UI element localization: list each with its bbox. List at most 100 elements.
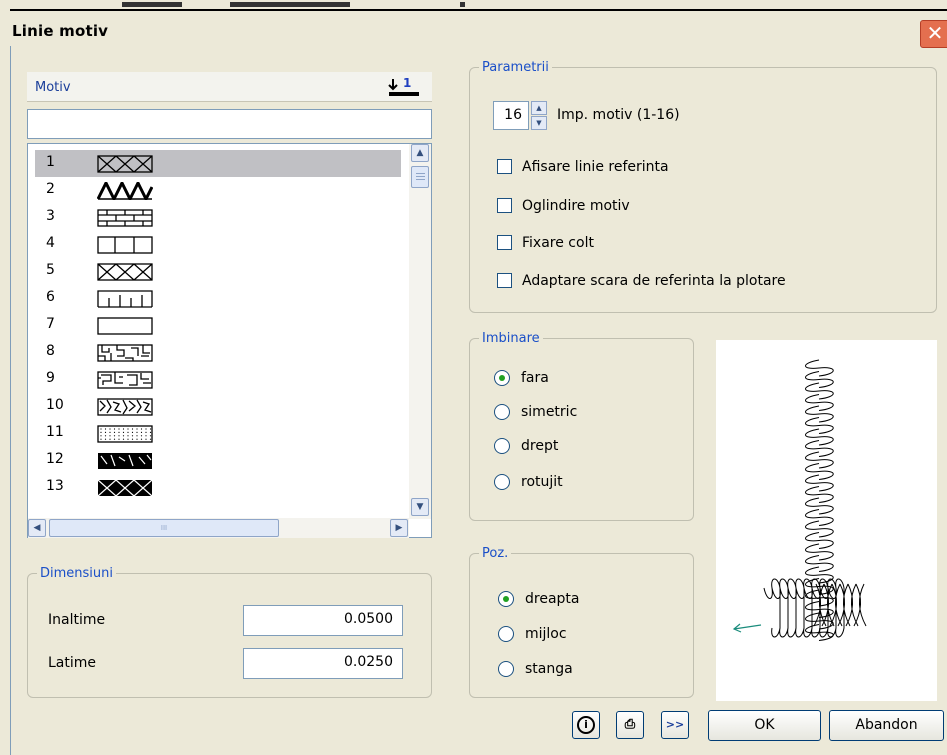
imbinare-label[interactable]: drept — [521, 438, 558, 454]
background-artifact — [230, 2, 350, 7]
list-item[interactable]: 6 — [35, 285, 401, 312]
background-artifact — [122, 2, 182, 7]
list-item-number: 2 — [46, 181, 55, 197]
list-item[interactable]: 10 — [35, 393, 401, 420]
chevron-left-icon: ◀ — [33, 523, 41, 533]
list-item-number: 8 — [46, 343, 55, 359]
scroll-up-button[interactable]: ▲ — [411, 144, 429, 162]
list-item-number: 5 — [46, 262, 55, 278]
pattern-icon — [97, 209, 153, 227]
imbinare-group: Imbinare — [469, 331, 694, 521]
list-item-number: 9 — [46, 370, 55, 386]
pattern-preview — [716, 340, 937, 701]
scroll-left-button[interactable]: ◀ — [28, 519, 46, 537]
list-item[interactable]: 8 — [35, 339, 401, 366]
horizontal-scrollbar[interactable]: ◀ III ▶ — [28, 518, 409, 538]
pattern-icon — [97, 452, 153, 470]
spinner-up-button[interactable]: ▲ — [531, 101, 547, 115]
sort-order-number: 1 — [403, 76, 411, 90]
spinner-down-button[interactable]: ▼ — [531, 116, 547, 130]
window-edge — [0, 46, 10, 755]
poz-label[interactable]: stanga — [525, 661, 573, 677]
list-item[interactable]: 1 — [35, 150, 401, 177]
grip-icon: III — [160, 524, 168, 532]
fixare-colt-label[interactable]: Fixare colt — [522, 235, 594, 251]
print-button[interactable]: ⎙ — [616, 711, 644, 739]
latime-field[interactable]: 0.0250 — [243, 648, 403, 679]
pattern-icon — [97, 425, 153, 443]
motiv-label: Motiv — [35, 80, 71, 95]
oglindire-motiv-label[interactable]: Oglindire motiv — [522, 198, 630, 214]
afisare-linie-checkbox[interactable] — [497, 159, 512, 174]
pattern-icon — [97, 290, 153, 308]
list-item-number: 11 — [46, 424, 64, 440]
expand-button[interactable]: >> — [661, 711, 689, 739]
imbinare-radio[interactable] — [494, 438, 510, 454]
poz-label[interactable]: dreapta — [525, 591, 579, 607]
list-item[interactable]: 12 — [35, 447, 401, 474]
pattern-icon — [97, 344, 153, 362]
vertical-scrollbar[interactable]: ▲ ▼ — [409, 144, 431, 519]
motiv-list[interactable]: 1 2 3 4 5 6 7 8 9 10 11 12 13 ▲ ▼ ◀ III ▶ — [27, 143, 432, 538]
preview-drawing — [732, 359, 867, 641]
title-bar: Linie motiv ✕ — [0, 0, 947, 48]
list-item[interactable]: 9 — [35, 366, 401, 393]
imbinare-label[interactable]: fara — [521, 370, 549, 386]
list-item-number: 3 — [46, 208, 55, 224]
list-item[interactable]: 3 — [35, 204, 401, 231]
list-item[interactable]: 4 — [35, 231, 401, 258]
horizontal-scroll-thumb[interactable]: III — [49, 519, 279, 537]
poz-radio[interactable] — [498, 591, 514, 607]
list-item[interactable]: 2 — [35, 177, 401, 204]
pattern-icon — [97, 317, 153, 335]
chevron-right-icon: ▶ — [395, 523, 403, 533]
list-item-number: 10 — [46, 397, 64, 413]
parametrii-legend: Parametrii — [482, 60, 549, 75]
pattern-icon — [97, 479, 153, 497]
pattern-icon — [96, 179, 154, 203]
close-button[interactable]: ✕ — [920, 20, 947, 48]
inaltime-field[interactable]: 0.0500 — [243, 605, 403, 636]
latime-label: Latime — [48, 655, 97, 671]
chevron-up-icon: ▲ — [536, 104, 542, 112]
list-item-number: 4 — [46, 235, 55, 251]
poz-label[interactable]: mijloc — [525, 626, 567, 642]
pattern-icon — [97, 263, 153, 281]
oglindire-motiv-checkbox[interactable] — [497, 198, 512, 213]
poz-radio[interactable] — [498, 661, 514, 677]
motiv-header: Motiv 1 — [27, 72, 432, 102]
pattern-icon — [97, 398, 153, 416]
window-border — [10, 9, 947, 11]
list-item[interactable]: 13 — [35, 474, 401, 501]
dimensiuni-legend: Dimensiuni — [40, 566, 113, 581]
adaptare-scara-checkbox[interactable] — [497, 273, 512, 288]
list-item[interactable]: 7 — [35, 312, 401, 339]
imbinare-radio[interactable] — [494, 370, 510, 386]
poz-legend: Poz. — [482, 546, 509, 561]
list-item-number: 13 — [46, 478, 64, 494]
list-item[interactable]: 11 — [35, 420, 401, 447]
info-button[interactable]: i — [572, 711, 600, 739]
list-item-number: 7 — [46, 316, 55, 332]
fixare-colt-checkbox[interactable] — [497, 235, 512, 250]
poz-radio[interactable] — [498, 626, 514, 642]
imbinare-label[interactable]: simetric — [521, 404, 577, 420]
scroll-down-button[interactable]: ▼ — [411, 498, 429, 516]
imbinare-radio[interactable] — [494, 474, 510, 490]
vertical-scroll-thumb[interactable] — [411, 166, 429, 188]
adaptare-scara-label[interactable]: Adaptare scara de referinta la plotare — [522, 273, 786, 289]
scroll-right-button[interactable]: ▶ — [390, 519, 408, 537]
ok-button[interactable]: OK — [708, 710, 821, 741]
sort-order-button[interactable]: 1 — [387, 75, 425, 99]
imbinare-radio[interactable] — [494, 404, 510, 420]
imp-motiv-spinner-input[interactable]: 16 — [493, 101, 529, 130]
list-item[interactable]: 5 — [35, 258, 401, 285]
imbinare-label[interactable]: rotujit — [521, 474, 563, 490]
double-chevron-right-icon: >> — [665, 718, 685, 731]
pattern-icon — [97, 155, 153, 173]
afisare-linie-label[interactable]: Afisare linie referinta — [522, 159, 669, 175]
window-title: Linie motiv — [12, 22, 109, 40]
motiv-search-input[interactable] — [27, 109, 432, 139]
abandon-button[interactable]: Abandon — [829, 710, 944, 741]
window-border — [10, 46, 11, 755]
